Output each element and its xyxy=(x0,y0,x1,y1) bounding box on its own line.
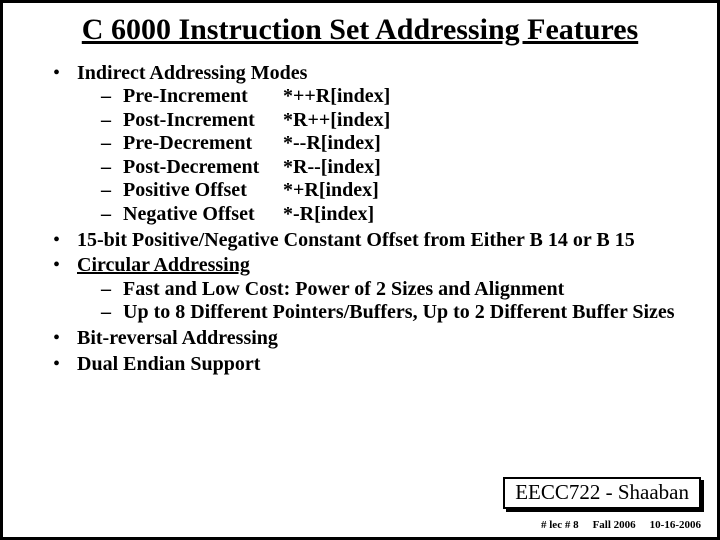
bullet-constant-offset: 15-bit Positive/Negative Constant Offset… xyxy=(53,229,689,253)
mode-negative-offset: Negative Offset*-R[index] xyxy=(101,203,689,227)
sub-fast-low-cost: Fast and Low Cost: Power of 2 Sizes and … xyxy=(101,278,689,302)
bullet-head: Circular Addressing xyxy=(77,254,250,276)
mode-name: Negative Offset xyxy=(123,203,283,227)
sub-text: Up to 8 Different Pointers/Buffers, Up t… xyxy=(123,301,675,323)
footer-course-box: EECC722 - Shaaban xyxy=(503,477,701,509)
mode-post-increment: Post-Increment*R++[index] xyxy=(101,109,689,133)
bullet-indirect-addressing: Indirect Addressing Modes Pre-Increment*… xyxy=(53,62,689,227)
mode-expr: *-R[index] xyxy=(283,203,374,227)
mode-list: Pre-Increment*++R[index] Post-Increment*… xyxy=(77,85,689,227)
sub-pointers-buffers: Up to 8 Different Pointers/Buffers, Up t… xyxy=(101,301,689,325)
mode-pre-increment: Pre-Increment*++R[index] xyxy=(101,85,689,109)
slide: C 6000 Instruction Set Addressing Featur… xyxy=(0,0,720,540)
circular-sublist: Fast and Low Cost: Power of 2 Sizes and … xyxy=(77,278,689,325)
bullet-text: 15-bit Positive/Negative Constant Offset… xyxy=(77,229,635,251)
slide-body: Indirect Addressing Modes Pre-Increment*… xyxy=(3,54,717,377)
mode-name: Post-Increment xyxy=(123,109,283,133)
bullet-dual-endian: Dual Endian Support xyxy=(53,353,689,377)
bullet-list: Indirect Addressing Modes Pre-Increment*… xyxy=(53,62,689,377)
mode-expr: *--R[index] xyxy=(283,132,381,156)
footer-lec: # lec # 8 xyxy=(541,519,579,531)
mode-name: Pre-Decrement xyxy=(123,132,283,156)
mode-expr: *++R[index] xyxy=(283,85,390,109)
mode-expr: *R++[index] xyxy=(283,109,390,133)
mode-name: Pre-Increment xyxy=(123,85,283,109)
mode-name: Positive Offset xyxy=(123,179,283,203)
sub-text: Fast and Low Cost: Power of 2 Sizes and … xyxy=(123,278,564,300)
slide-title: C 6000 Instruction Set Addressing Featur… xyxy=(3,3,717,54)
bullet-text: Bit-reversal Addressing xyxy=(77,327,278,349)
bullet-bit-reversal: Bit-reversal Addressing xyxy=(53,327,689,351)
mode-positive-offset: Positive Offset*+R[index] xyxy=(101,179,689,203)
mode-name: Post-Decrement xyxy=(123,156,283,180)
bullet-text: Dual Endian Support xyxy=(77,353,260,375)
mode-pre-decrement: Pre-Decrement*--R[index] xyxy=(101,132,689,156)
bullet-circular-addressing: Circular Addressing Fast and Low Cost: P… xyxy=(53,254,689,325)
mode-post-decrement: Post-Decrement*R--[index] xyxy=(101,156,689,180)
footer-term: Fall 2006 xyxy=(593,519,636,531)
bullet-head: Indirect Addressing Modes xyxy=(77,62,307,84)
mode-expr: *+R[index] xyxy=(283,179,379,203)
footer-line: # lec # 8 Fall 2006 10-16-2006 xyxy=(541,519,701,531)
footer-date: 10-16-2006 xyxy=(650,519,701,531)
mode-expr: *R--[index] xyxy=(283,156,381,180)
